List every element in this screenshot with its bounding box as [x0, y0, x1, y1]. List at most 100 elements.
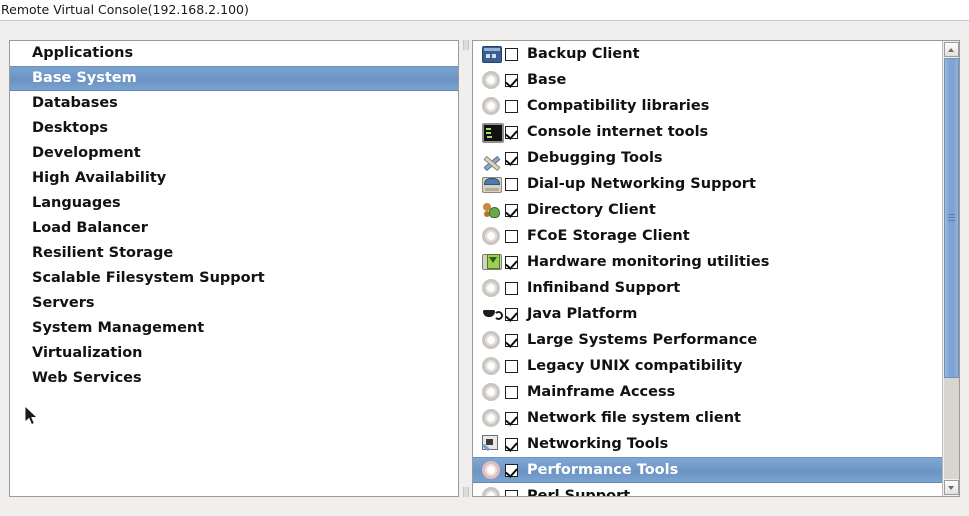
gear-icon [482, 330, 502, 350]
package-row[interactable]: Directory Client [473, 197, 942, 223]
package-vertical-scrollbar[interactable] [942, 41, 959, 496]
package-checkbox[interactable] [505, 178, 518, 191]
package-row[interactable]: Mainframe Access [473, 379, 942, 405]
package-label: Backup Client [527, 44, 640, 64]
package-checkbox[interactable] [505, 126, 518, 139]
package-checkbox[interactable] [505, 464, 518, 477]
category-item[interactable]: Servers [10, 291, 458, 316]
package-checkbox[interactable] [505, 438, 518, 451]
coffee-cup-icon [482, 304, 502, 324]
package-checkbox[interactable] [505, 282, 518, 295]
gear-icon [482, 278, 502, 298]
package-row[interactable]: Perl Support [473, 483, 942, 496]
package-checkbox[interactable] [505, 334, 518, 347]
package-panel[interactable]: Backup Client Base Compatibility libraries… [472, 40, 960, 497]
category-item[interactable]: Desktops [10, 116, 458, 141]
package-checkbox[interactable] [505, 412, 518, 425]
scrollbar-track[interactable] [944, 58, 959, 479]
package-row[interactable]: Hardware monitoring utilities [473, 249, 942, 275]
category-item[interactable]: Applications [10, 41, 458, 66]
remote-console-window: Remote Virtual Console(192.168.2.100) Ap… [0, 0, 969, 516]
package-checkbox[interactable] [505, 48, 518, 61]
package-label: Legacy UNIX compatibility [527, 356, 742, 376]
category-item[interactable]: Resilient Storage [10, 241, 458, 266]
category-item[interactable]: Virtualization [10, 341, 458, 366]
package-scroll-area[interactable]: Backup Client Base Compatibility libraries… [473, 41, 942, 496]
package-row[interactable]: Performance Tools [473, 457, 942, 483]
terminal-icon [482, 122, 502, 142]
package-label: Performance Tools [527, 460, 678, 480]
package-label: Java Platform [527, 304, 637, 324]
package-label: Base [527, 70, 566, 90]
package-list[interactable]: Backup Client Base Compatibility libraries… [473, 41, 942, 496]
scroll-up-arrow-icon[interactable] [944, 42, 959, 57]
gear-icon [482, 226, 502, 246]
package-row[interactable]: Networking Tools [473, 431, 942, 457]
gear-icon [482, 356, 502, 376]
scroll-down-arrow-icon[interactable] [944, 480, 959, 495]
package-row[interactable]: FCoE Storage Client [473, 223, 942, 249]
package-checkbox[interactable] [505, 74, 518, 87]
package-row[interactable]: Compatibility libraries [473, 93, 942, 119]
gear-icon [482, 408, 502, 428]
category-item[interactable]: Languages [10, 191, 458, 216]
package-label: Console internet tools [527, 122, 708, 142]
package-row[interactable]: Base [473, 67, 942, 93]
telephone-icon [482, 174, 502, 194]
scrollbar-thumb[interactable] [944, 58, 959, 378]
category-panel[interactable]: ApplicationsBase SystemDatabasesDesktops… [9, 40, 459, 497]
package-checkbox[interactable] [505, 386, 518, 399]
category-item[interactable]: Web Services [10, 366, 458, 391]
package-checkbox[interactable] [505, 230, 518, 243]
panel-splitter[interactable] [461, 40, 469, 497]
package-label: Network file system client [527, 408, 741, 428]
package-row[interactable]: Dial-up Networking Support [473, 171, 942, 197]
package-label: Infiniband Support [527, 278, 680, 298]
package-label: Directory Client [527, 200, 656, 220]
package-checkbox[interactable] [505, 100, 518, 113]
package-row[interactable]: Backup Client [473, 41, 942, 67]
category-list[interactable]: ApplicationsBase SystemDatabasesDesktops… [10, 41, 458, 391]
gear-icon [482, 382, 502, 402]
tools-icon [482, 148, 502, 168]
package-checkbox[interactable] [505, 308, 518, 321]
package-label: FCoE Storage Client [527, 226, 690, 246]
package-label: Compatibility libraries [527, 96, 709, 116]
category-item[interactable]: Development [10, 141, 458, 166]
package-row[interactable]: Network file system client [473, 405, 942, 431]
package-label: Debugging Tools [527, 148, 663, 168]
package-row[interactable]: Large Systems Performance [473, 327, 942, 353]
scrollbar-thumb-grip-icon [948, 214, 955, 222]
package-checkbox[interactable] [505, 204, 518, 217]
category-item[interactable]: Scalable Filesystem Support [10, 266, 458, 291]
package-checkbox[interactable] [505, 256, 518, 269]
category-item[interactable]: System Management [10, 316, 458, 341]
monitor-icon [482, 252, 502, 272]
package-label: Large Systems Performance [527, 330, 757, 350]
gear-icon [482, 96, 502, 116]
package-row[interactable]: Legacy UNIX compatibility [473, 353, 942, 379]
category-item[interactable]: High Availability [10, 166, 458, 191]
category-item[interactable]: Databases [10, 91, 458, 116]
dialog-body: ApplicationsBase SystemDatabasesDesktops… [0, 22, 969, 516]
package-row[interactable]: Debugging Tools [473, 145, 942, 171]
package-label: Dial-up Networking Support [527, 174, 756, 194]
package-row[interactable]: Console internet tools [473, 119, 942, 145]
splitter-grip-top [463, 40, 469, 50]
gear-icon [482, 486, 502, 496]
people-icon [482, 200, 502, 220]
package-checkbox[interactable] [505, 490, 518, 497]
gear-pink-icon [482, 460, 502, 480]
category-item[interactable]: Base System [10, 66, 458, 91]
package-checkbox[interactable] [505, 152, 518, 165]
gear-icon [482, 70, 502, 90]
package-label: Hardware monitoring utilities [527, 252, 769, 272]
package-checkbox[interactable] [505, 360, 518, 373]
package-row[interactable]: Java Platform [473, 301, 942, 327]
package-label: Perl Support [527, 486, 630, 496]
network-tool-icon [482, 434, 502, 454]
category-item[interactable]: Load Balancer [10, 216, 458, 241]
splitter-grip-bottom [463, 487, 469, 497]
package-label: Mainframe Access [527, 382, 675, 402]
package-row[interactable]: Infiniband Support [473, 275, 942, 301]
